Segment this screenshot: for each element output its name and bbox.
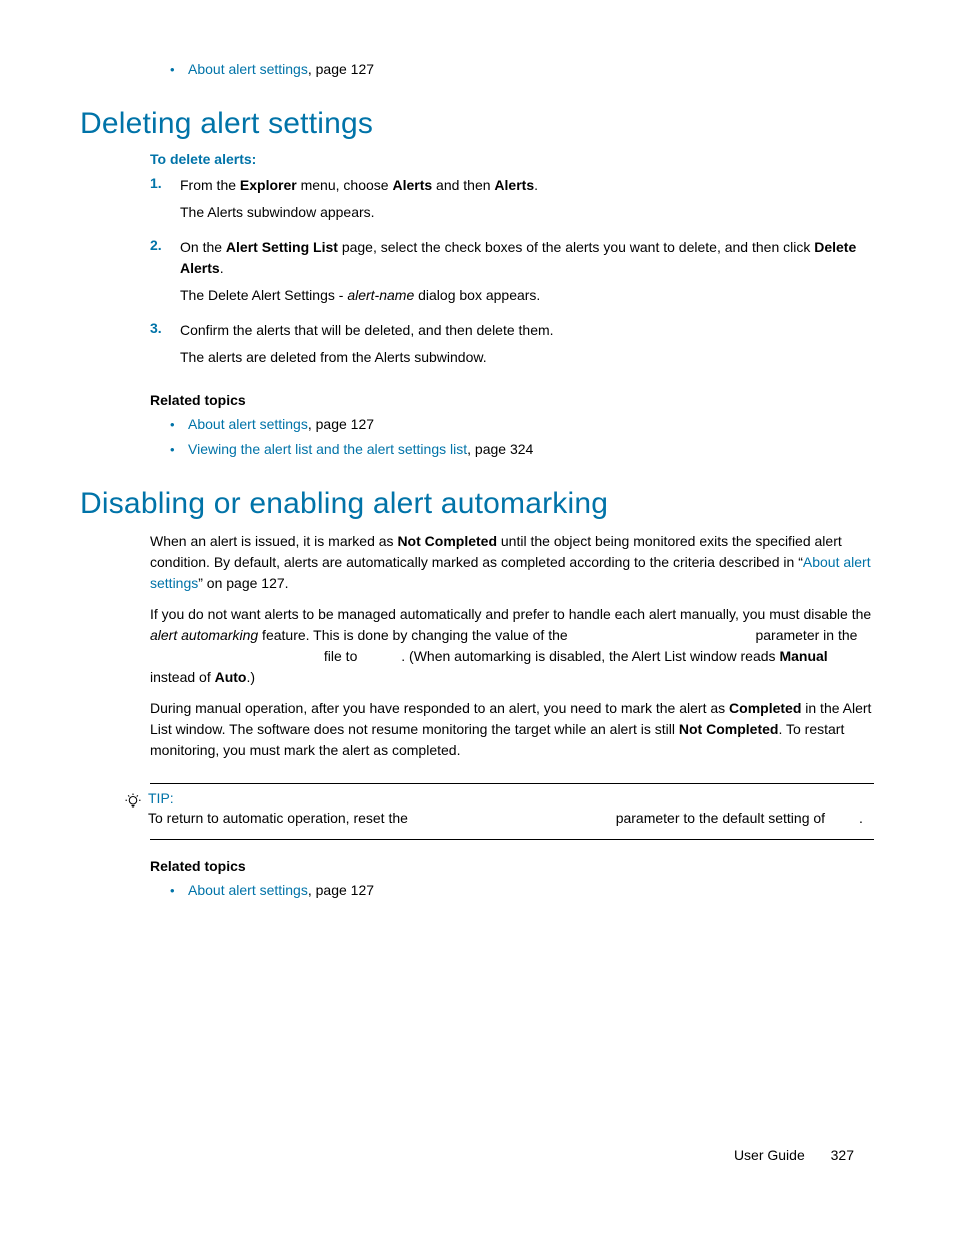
text: .) <box>247 669 256 685</box>
tip-box: TIP: To return to automatic operation, r… <box>150 783 874 840</box>
bold-auto: Auto <box>215 669 247 685</box>
steps-list: 1. From the Explorer menu, choose Alerts… <box>150 175 874 374</box>
page-number: 327 <box>831 1147 854 1163</box>
section2-body: When an alert is issued, it is marked as… <box>150 531 874 900</box>
heading-disabling-enabling-automarking: Disabling or enabling alert automarking <box>80 487 874 521</box>
related-suffix: , page 324 <box>467 441 533 457</box>
text: On the <box>180 239 226 255</box>
step-body: Confirm the alerts that will be deleted,… <box>180 320 874 374</box>
step-result: The alerts are deleted from the Alerts s… <box>180 347 874 368</box>
bold-completed: Completed <box>729 700 801 716</box>
heading-deleting-alert-settings: Deleting alert settings <box>80 107 874 141</box>
related-topics-label: Related topics <box>150 392 874 408</box>
bullet-icon: • <box>170 442 188 457</box>
link-about-alert-settings[interactable]: About alert settings <box>188 416 308 432</box>
related-suffix: , page 127 <box>308 882 374 898</box>
text: If you do not want alerts to be managed … <box>150 606 871 622</box>
text: During manual operation, after you have … <box>150 700 729 716</box>
text: When an alert is issued, it is marked as <box>150 533 397 549</box>
text: feature. This is done by changing the va… <box>258 627 571 643</box>
text: . <box>220 260 224 276</box>
section1-body: To delete alerts: 1. From the Explorer m… <box>150 151 874 459</box>
text: ” on page 127. <box>198 575 288 591</box>
step-2: 2. On the Alert Setting List page, selec… <box>150 237 874 312</box>
page-footer: User Guide 327 <box>734 1147 854 1163</box>
step-3: 3. Confirm the alerts that will be delet… <box>150 320 874 374</box>
link-about-alert-settings[interactable]: About alert settings <box>188 61 308 77</box>
related-item: • Viewing the alert list and the alert s… <box>170 439 874 459</box>
lightbulb-icon <box>124 790 148 815</box>
link-about-alert-settings[interactable]: About alert settings <box>188 882 308 898</box>
bullet-icon: • <box>170 62 188 77</box>
to-delete-alerts-label: To delete alerts: <box>150 151 874 167</box>
text: . <box>859 810 863 826</box>
text: file to <box>320 648 361 664</box>
text: dialog box appears. <box>414 287 540 303</box>
paragraph: When an alert is issued, it is marked as… <box>150 531 874 594</box>
text: instead of <box>150 669 215 685</box>
bullet-icon: • <box>170 417 188 432</box>
page: • About alert settings, page 127 Deletin… <box>0 0 954 1235</box>
top-related-block: • About alert settings, page 127 <box>150 59 874 79</box>
text: To return to automatic operation, reset … <box>148 810 412 826</box>
tip-text: To return to automatic operation, reset … <box>148 808 874 829</box>
italic-alert-automarking: alert automarking <box>150 627 258 643</box>
text: From the <box>180 177 240 193</box>
bold-alert-setting-list: Alert Setting List <box>226 239 338 255</box>
link-viewing-alert-list[interactable]: Viewing the alert list and the alert set… <box>188 441 467 457</box>
related-suffix: , page 127 <box>308 416 374 432</box>
step-body: From the Explorer menu, choose Alerts an… <box>180 175 874 229</box>
text: . (When automarking is disabled, the Ale… <box>401 648 779 664</box>
paragraph: If you do not want alerts to be managed … <box>150 604 874 688</box>
bold-not-completed: Not Completed <box>679 721 779 737</box>
bold-alerts-2: Alerts <box>494 177 534 193</box>
tip-label: TIP: <box>148 790 874 806</box>
text: . <box>534 177 538 193</box>
step-body: On the Alert Setting List page, select t… <box>180 237 874 312</box>
related-item: • About alert settings, page 127 <box>170 59 874 79</box>
bold-explorer: Explorer <box>240 177 297 193</box>
bullet-icon: • <box>170 883 188 898</box>
related-text: Viewing the alert list and the alert set… <box>188 439 533 459</box>
footer-label: User Guide <box>734 1147 805 1163</box>
step-instruction: Confirm the alerts that will be deleted,… <box>180 320 874 341</box>
text: parameter in the <box>752 627 858 643</box>
text: and then <box>432 177 494 193</box>
related-text: About alert settings, page 127 <box>188 880 374 900</box>
related-suffix: , page 127 <box>308 61 374 77</box>
step-number: 2. <box>150 237 180 312</box>
related-topics-label: Related topics <box>150 858 874 874</box>
text: parameter to the default setting of <box>612 810 829 826</box>
related-text: About alert settings, page 127 <box>188 59 374 79</box>
italic-alert-name: alert-name <box>347 287 414 303</box>
paragraph: During manual operation, after you have … <box>150 698 874 761</box>
text: page, select the check boxes of the aler… <box>338 239 814 255</box>
bold-not-completed: Not Completed <box>397 533 497 549</box>
bold-manual: Manual <box>779 648 827 664</box>
related-text: About alert settings, page 127 <box>188 414 374 434</box>
step-number: 1. <box>150 175 180 229</box>
bold-alerts: Alerts <box>392 177 432 193</box>
text: menu, choose <box>297 177 393 193</box>
text: The Delete Alert Settings - <box>180 287 347 303</box>
step-number: 3. <box>150 320 180 374</box>
step-1: 1. From the Explorer menu, choose Alerts… <box>150 175 874 229</box>
step-result: The Alerts subwindow appears. <box>180 202 874 223</box>
related-item: • About alert settings, page 127 <box>170 880 874 900</box>
related-item: • About alert settings, page 127 <box>170 414 874 434</box>
